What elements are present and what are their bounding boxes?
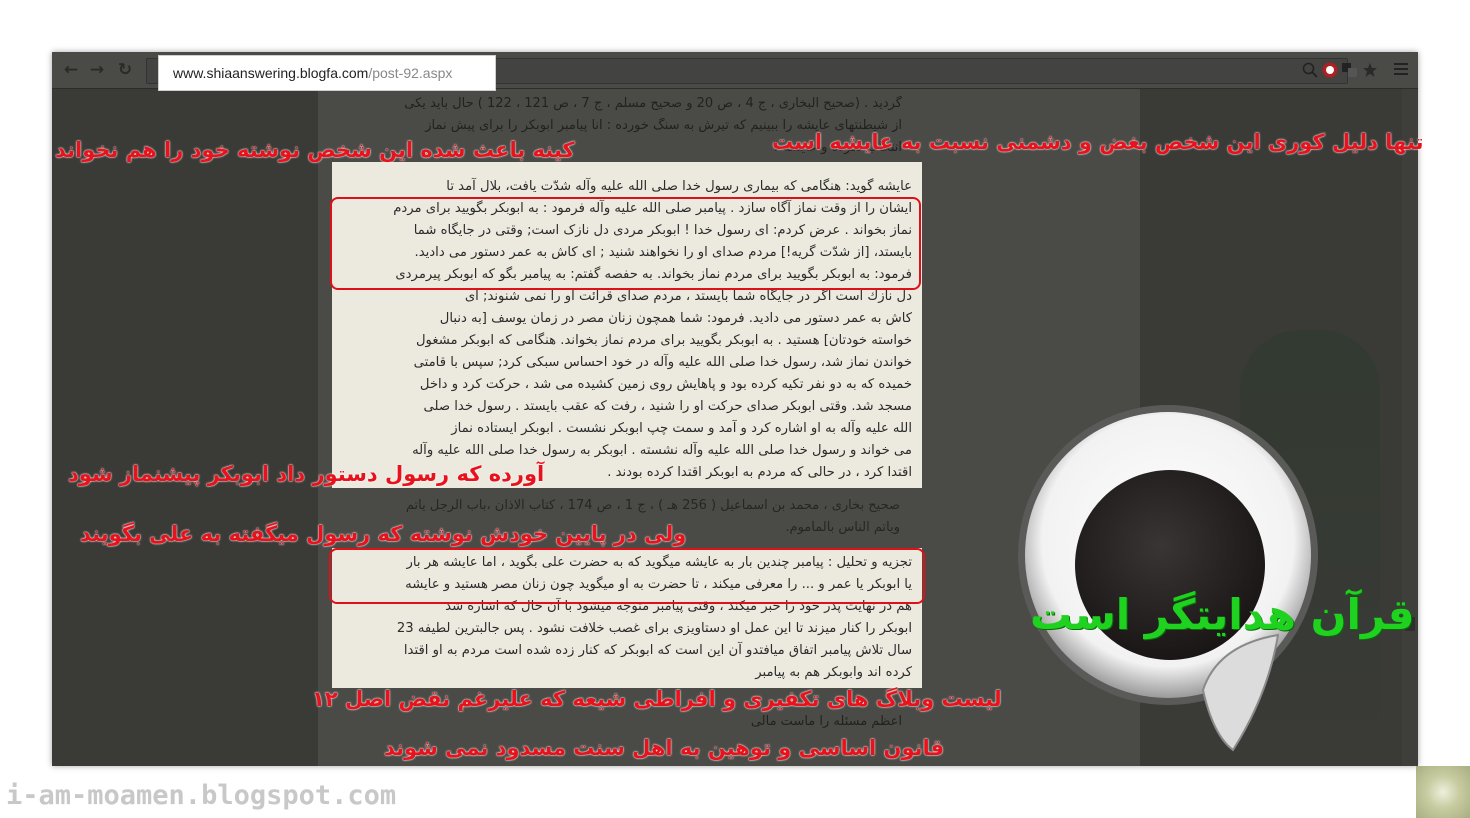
annotation-caption: ولی در پایین خودش نوشته که رسول میگفته ب… bbox=[80, 522, 687, 546]
article-line: می خواند و رسول خدا صلی الله علیه وآله ن… bbox=[412, 443, 912, 458]
article-line: خواندن نماز شد، رسول خدا صلی الله علیه و… bbox=[413, 355, 912, 370]
article-line: ابوبکر را کنار میزند تا این عمل او دستاو… bbox=[396, 621, 912, 636]
annotation-caption: کینه باعث شده این شخص نوشته خود را هم نخ… bbox=[55, 138, 575, 162]
dim-text-line: گردید . (صحیح البخاری ، ج 4 ، ص 20 و صحی… bbox=[404, 96, 902, 111]
dim-text-line: صحیح بخاری ، محمد بن اسماعیل ( 256 هـ ) … bbox=[405, 498, 900, 513]
forward-arrow-icon[interactable]: → bbox=[86, 60, 108, 80]
zoom-icon[interactable] bbox=[1302, 62, 1318, 78]
reload-icon[interactable]: ↻ bbox=[114, 60, 136, 80]
quran-logo bbox=[1018, 405, 1318, 752]
corner-logo bbox=[1416, 766, 1470, 818]
highlight-box-top bbox=[330, 197, 921, 290]
annotation-caption: لیست وبلاگ های تکفیری و افراطی شیعه که ع… bbox=[312, 687, 1002, 711]
url-path: /post-92.aspx bbox=[368, 65, 453, 81]
extension-icon[interactable] bbox=[1322, 62, 1338, 78]
article-line: الله علیه وآله به او اشاره کرد و آمد و س… bbox=[451, 421, 912, 436]
annotation-caption: آورده که رسول دستور داد ابوبکر پیشنماز ش… bbox=[68, 462, 545, 486]
logo-text: قرآن هدایتگر است bbox=[1030, 590, 1415, 639]
url-domain: www.shiaanswering.blogfa.com bbox=[173, 65, 369, 81]
article-line: کاش به عمر دستور می دادید. فرمود: شما هم… bbox=[439, 311, 912, 326]
scrollbar[interactable] bbox=[1402, 89, 1418, 766]
back-arrow-icon[interactable]: ← bbox=[60, 60, 82, 80]
highlight-box-bottom bbox=[329, 548, 925, 604]
annotation-caption: قانون اساسی و توهین به اهل سنت مسدود نمی… bbox=[384, 736, 945, 760]
url-highlight[interactable]: www.shiaanswering.blogfa.com/post-92.asp… bbox=[158, 55, 496, 91]
article-line: کرده اند وابوبکر هم به پیامبر bbox=[755, 665, 912, 680]
article-line: خواسته خودتان] هستید . به ابوبکر بگویید … bbox=[415, 333, 912, 348]
star-icon[interactable] bbox=[1362, 62, 1378, 78]
dim-text-line: اعظم مسئله را ماست مالی bbox=[750, 714, 902, 729]
article-line: سال تلاش پیامبر اتفاق میافتدو آن این است… bbox=[403, 643, 912, 658]
article-line: مسجد شد. وقتی ابوبکر صدای حرکت او را شنی… bbox=[423, 399, 912, 414]
article-line: خمیده که به دو نفر تکیه کرده بود و پاهای… bbox=[419, 377, 912, 392]
annotation-caption: تنها دلیل کوری این شخص بغض و دشمنی نسبت … bbox=[772, 130, 1424, 154]
article-line: عایشه گوید: هنگامی که بیماری رسول خدا صل… bbox=[446, 179, 912, 194]
watermark: i-am-moamen.blogspot.com bbox=[6, 780, 397, 811]
translate-icon[interactable] bbox=[1342, 62, 1358, 78]
menu-icon[interactable] bbox=[1394, 63, 1408, 77]
